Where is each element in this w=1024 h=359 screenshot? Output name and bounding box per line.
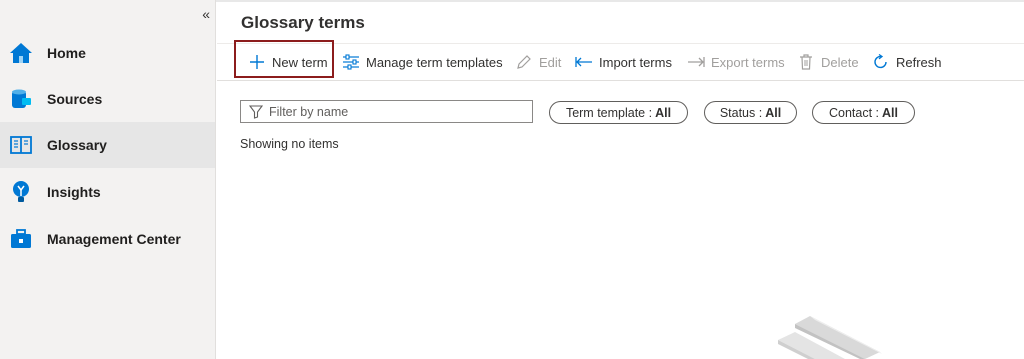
page-title: Glossary terms bbox=[241, 13, 365, 32]
edit-label: Edit bbox=[539, 54, 562, 70]
refresh-button[interactable]: Refresh bbox=[872, 50, 942, 74]
status-filter[interactable]: Status : All bbox=[704, 101, 797, 124]
list-status-text: Showing no items bbox=[240, 137, 339, 151]
sources-icon bbox=[8, 86, 34, 112]
collapse-nav-icon[interactable]: « bbox=[202, 6, 210, 22]
import-terms-label: Import terms bbox=[599, 54, 672, 70]
status-filter-label: Status : bbox=[719, 105, 763, 120]
filter-icon bbox=[249, 104, 263, 119]
divider bbox=[217, 80, 1024, 81]
insights-icon bbox=[8, 179, 34, 205]
nav-item-management-center[interactable]: Management Center bbox=[0, 216, 215, 262]
management-center-icon bbox=[8, 226, 34, 252]
new-term-label: New term bbox=[272, 54, 328, 70]
export-terms-button[interactable]: Export terms bbox=[687, 50, 785, 74]
divider bbox=[217, 43, 1024, 44]
edit-button[interactable]: Edit bbox=[515, 50, 561, 74]
nav-item-glossary[interactable]: Glossary bbox=[0, 122, 215, 168]
nav-item-label: Management Center bbox=[47, 231, 181, 247]
term-template-filter-value: All bbox=[655, 105, 672, 120]
plus-icon bbox=[248, 53, 266, 71]
empty-state-illustration bbox=[778, 316, 882, 359]
pencil-icon bbox=[515, 53, 533, 71]
nav-item-label: Glossary bbox=[47, 137, 107, 153]
export-arrow-icon bbox=[687, 53, 705, 71]
glossary-icon bbox=[8, 132, 34, 158]
nav-item-sources[interactable]: Sources bbox=[0, 76, 215, 122]
filter-by-name-input[interactable] bbox=[269, 104, 509, 119]
nav-item-label: Home bbox=[47, 45, 86, 61]
contact-filter-label: Contact : bbox=[828, 105, 880, 120]
import-arrow-icon bbox=[575, 53, 593, 71]
manage-term-templates-button[interactable]: Manage term templates bbox=[342, 50, 503, 74]
trash-icon bbox=[797, 53, 815, 71]
nav-item-label: Sources bbox=[47, 91, 103, 107]
manage-term-templates-label: Manage term templates bbox=[366, 54, 503, 70]
nav-item-home[interactable]: Home bbox=[0, 30, 215, 76]
contact-filter[interactable]: Contact : All bbox=[812, 101, 915, 124]
home-icon bbox=[8, 40, 34, 66]
nav-item-insights[interactable]: Insights bbox=[0, 169, 215, 215]
status-filter-value: All bbox=[765, 105, 782, 120]
new-term-button[interactable]: New term bbox=[248, 50, 328, 74]
term-template-filter-label: Term template : bbox=[565, 105, 653, 120]
delete-button[interactable]: Delete bbox=[797, 50, 859, 74]
refresh-label: Refresh bbox=[896, 54, 942, 70]
term-template-filter[interactable]: Term template : All bbox=[549, 101, 688, 124]
filter-by-name-field[interactable] bbox=[240, 100, 533, 123]
delete-label: Delete bbox=[821, 54, 859, 70]
contact-filter-value: All bbox=[882, 105, 898, 120]
nav-item-label: Insights bbox=[47, 184, 101, 200]
export-terms-label: Export terms bbox=[711, 54, 785, 70]
refresh-icon bbox=[872, 53, 890, 71]
import-terms-button[interactable]: Import terms bbox=[575, 50, 672, 74]
sliders-icon bbox=[342, 53, 360, 71]
left-nav: « Home Sources Glossary Insights Managem… bbox=[0, 0, 216, 359]
